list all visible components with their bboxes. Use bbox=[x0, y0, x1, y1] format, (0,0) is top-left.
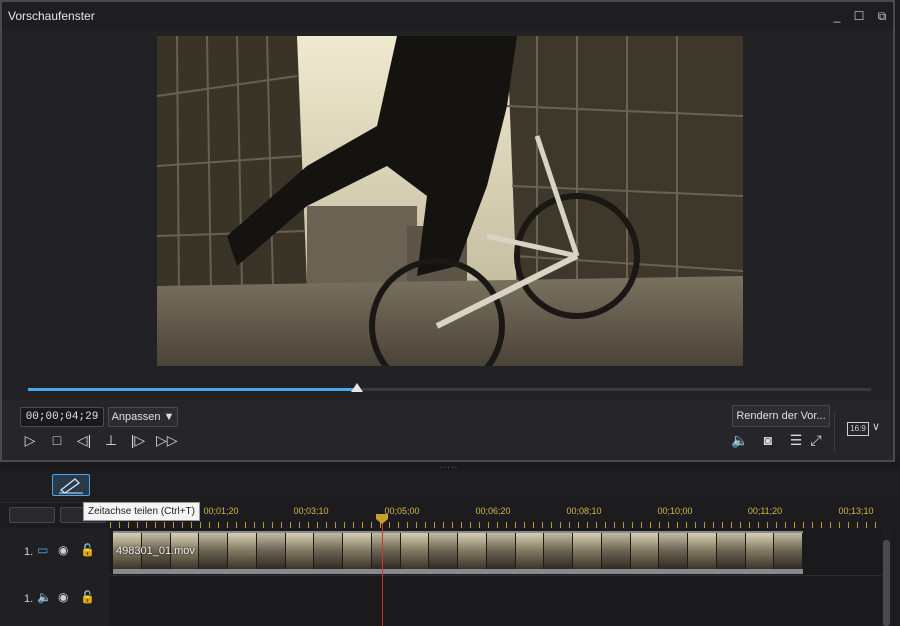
clip-thumbnail bbox=[774, 533, 803, 569]
clip-thumbnail bbox=[573, 533, 602, 569]
ruler-label: 00;08;10 bbox=[566, 506, 602, 516]
preview-titlebar: Vorschaufenster _ ☐ ⧉ bbox=[2, 2, 893, 30]
clip-thumbnail bbox=[515, 533, 545, 569]
audio-track-icon: 🔈 bbox=[37, 590, 52, 604]
clip-thumbnail bbox=[400, 533, 430, 569]
aspect-ratio-button[interactable]: 16:9 bbox=[847, 422, 869, 436]
preview-controls: 00;00;04;29 Anpassen ▼ ▷ □ ◁| ⊥ |▷ ▷▷ Re… bbox=[2, 400, 893, 460]
fast-forward-icon[interactable]: ▷▷ bbox=[156, 430, 178, 450]
chevron-down-icon[interactable]: ∨ bbox=[872, 420, 880, 433]
scrollbar-thumb[interactable] bbox=[883, 540, 890, 626]
track-number: 1. bbox=[24, 546, 34, 558]
minimize-icon[interactable]: _ bbox=[829, 8, 845, 24]
prev-frame-icon[interactable]: ◁| bbox=[74, 430, 94, 450]
video-preview bbox=[157, 36, 743, 366]
ruler-label: 00;13;10 bbox=[838, 506, 874, 516]
stop-icon[interactable]: □ bbox=[47, 430, 67, 450]
divider bbox=[834, 412, 835, 452]
ruler-label: 00;10;00 bbox=[657, 506, 693, 516]
maximize-icon[interactable]: ☐ bbox=[851, 8, 867, 24]
scrubber-handle[interactable] bbox=[350, 383, 363, 392]
track-manager-button[interactable] bbox=[9, 507, 55, 523]
snapshot-icon[interactable]: ◙ bbox=[758, 430, 778, 450]
video-clip[interactable]: 498301_01.mov bbox=[113, 531, 803, 574]
ruler-label: 00;11;20 bbox=[747, 506, 783, 516]
track-divider bbox=[110, 575, 882, 576]
clip-thumbnail bbox=[199, 533, 228, 569]
tooltip: Zeitachse teilen (Ctrl+T) bbox=[83, 502, 200, 521]
video-track-icon: ▭ bbox=[37, 543, 49, 557]
preview-title: Vorschaufenster bbox=[8, 9, 95, 23]
split-timeline-button[interactable] bbox=[52, 474, 90, 496]
track-header-video: 1. ▭ ◉ 🔓 bbox=[0, 530, 110, 576]
clip-thumbnail bbox=[486, 533, 516, 569]
lock-icon[interactable]: 🔓 bbox=[80, 590, 95, 604]
clip-thumbnail bbox=[429, 533, 458, 569]
preview-window: Vorschaufenster _ ☐ ⧉ 00;00;04;29 Anpass… bbox=[0, 0, 895, 462]
clip-thumbnail bbox=[285, 533, 315, 569]
clip-thumbnail bbox=[745, 533, 775, 569]
clip-thumbnail bbox=[688, 533, 717, 569]
clip-thumbnail bbox=[314, 533, 343, 569]
playback-scrubber[interactable] bbox=[28, 383, 871, 392]
track-header-audio: 1. 🔈 ◉ 🔓 bbox=[0, 576, 110, 622]
eye-icon[interactable]: ◉ bbox=[58, 543, 68, 557]
ruler-label: 00;05;00 bbox=[384, 506, 420, 516]
clip-thumbnail bbox=[716, 533, 746, 569]
clip-thumbnail bbox=[601, 533, 631, 569]
subtitle-icon[interactable]: ☰ bbox=[786, 430, 806, 450]
clip-thumbnail bbox=[228, 533, 257, 569]
playhead-line bbox=[382, 516, 383, 626]
clip-thumbnail bbox=[256, 533, 286, 569]
fit-dropdown[interactable]: Anpassen ▼ bbox=[108, 407, 178, 427]
clip-thumbnail bbox=[343, 533, 372, 569]
timeline-toolbar bbox=[0, 470, 900, 503]
lock-icon[interactable]: 🔓 bbox=[80, 543, 95, 557]
fullscreen-icon[interactable]: ⤢ bbox=[806, 430, 826, 450]
clip-name: 498301_01.mov bbox=[116, 545, 195, 557]
volume-icon[interactable]: 🔈 bbox=[730, 430, 750, 450]
track-headers: 1. ▭ ◉ 🔓 1. 🔈 ◉ 🔓 bbox=[0, 528, 110, 626]
scrubber-progress bbox=[28, 388, 357, 391]
ruler-label: 00;06;20 bbox=[475, 506, 511, 516]
video-frame-image bbox=[157, 36, 743, 366]
clip-thumbnail bbox=[371, 533, 401, 569]
clip-thumbnail bbox=[544, 533, 573, 569]
next-frame-icon[interactable]: |▷ bbox=[128, 430, 148, 450]
mark-icon[interactable]: ⊥ bbox=[101, 430, 121, 450]
ruler-label: 00;01;20 bbox=[203, 506, 239, 516]
timecode-display[interactable]: 00;00;04;29 bbox=[20, 407, 104, 427]
split-pen-icon bbox=[59, 478, 83, 494]
eye-icon[interactable]: ◉ bbox=[58, 590, 68, 604]
clip-thumbnails bbox=[113, 533, 803, 569]
clip-thumbnail bbox=[458, 533, 487, 569]
clip-thumbnail bbox=[630, 533, 660, 569]
render-preview-button[interactable]: Rendern der Vor... bbox=[732, 405, 830, 427]
dock-icon[interactable]: ⧉ bbox=[874, 8, 890, 24]
track-number: 1. bbox=[24, 593, 34, 605]
play-icon[interactable]: ▷ bbox=[20, 430, 40, 450]
ruler-label: 00;03;10 bbox=[293, 506, 329, 516]
clip-thumbnail bbox=[659, 533, 688, 569]
